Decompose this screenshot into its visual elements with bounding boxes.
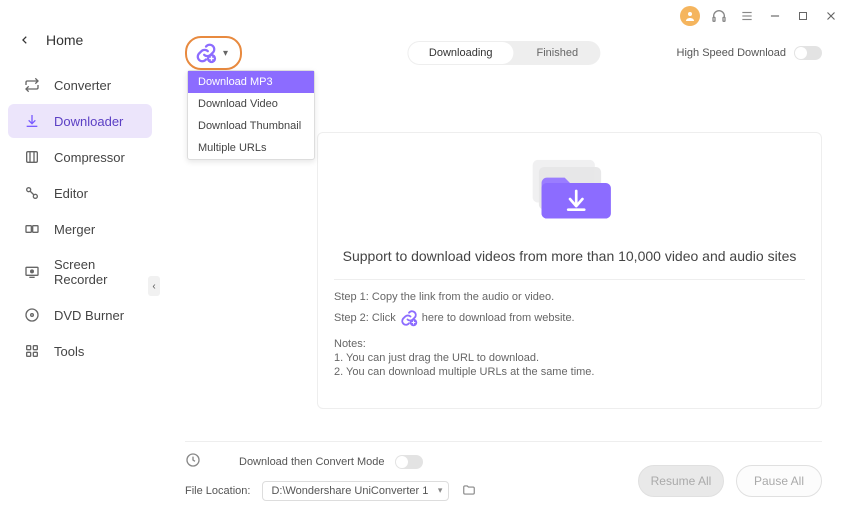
high-speed-download: High Speed Download xyxy=(677,46,822,60)
sidebar-item-label: Compressor xyxy=(54,150,125,165)
tab-downloading[interactable]: Downloading xyxy=(408,42,514,64)
dropdown-item-video[interactable]: Download Video xyxy=(188,93,314,115)
note-1: 1. You can just drag the URL to download… xyxy=(334,352,805,364)
converter-icon xyxy=(24,77,40,93)
sidebar-item-label: Downloader xyxy=(54,114,123,129)
dropdown-item-thumbnail[interactable]: Download Thumbnail xyxy=(188,115,314,137)
resume-all-button[interactable]: Resume All xyxy=(638,465,724,497)
step-1: Step 1: Copy the link from the audio or … xyxy=(334,291,805,303)
sidebar-item-label: Merger xyxy=(54,222,95,237)
file-location-label: File Location: xyxy=(185,485,250,497)
link-plus-icon xyxy=(400,309,418,327)
dropdown-item-multiple-urls[interactable]: Multiple URLs xyxy=(188,137,314,159)
sidebar-item-compressor[interactable]: Compressor xyxy=(8,140,152,174)
close-icon[interactable] xyxy=(822,7,840,25)
convert-mode-label: Download then Convert Mode xyxy=(239,456,385,468)
maximize-icon[interactable] xyxy=(794,7,812,25)
content-card: Support to download videos from more tha… xyxy=(317,132,822,409)
headset-icon[interactable] xyxy=(710,7,728,25)
sidebar-item-dvd-burner[interactable]: DVD Burner xyxy=(8,298,152,332)
sidebar-item-label: Tools xyxy=(54,344,84,359)
footer: Download then Convert Mode File Location… xyxy=(185,441,822,511)
sidebar-item-downloader[interactable]: Downloader xyxy=(8,104,152,138)
tab-finished[interactable]: Finished xyxy=(515,41,601,65)
compressor-icon xyxy=(24,149,40,165)
sidebar-item-label: Editor xyxy=(54,186,88,201)
hsd-label: High Speed Download xyxy=(677,47,786,59)
window-titlebar xyxy=(680,6,840,26)
convert-mode-toggle[interactable] xyxy=(395,455,423,469)
merger-icon xyxy=(24,221,40,237)
sidebar-item-tools[interactable]: Tools xyxy=(8,334,152,368)
dropdown-item-mp3[interactable]: Download MP3 xyxy=(188,71,314,93)
user-avatar-icon[interactable] xyxy=(680,6,700,26)
sidebar-item-label: Converter xyxy=(54,78,111,93)
notes-label: Notes: xyxy=(334,338,805,350)
back-home[interactable]: Home xyxy=(0,22,160,66)
history-icon[interactable] xyxy=(185,452,201,471)
sidebar-item-screen-recorder[interactable]: Screen Recorder xyxy=(8,248,152,296)
toolbar: ▾ Downloading Finished High Speed Downlo… xyxy=(185,33,822,73)
link-plus-icon xyxy=(195,42,217,64)
editor-icon xyxy=(24,185,40,201)
main-panel: ▾ Downloading Finished High Speed Downlo… xyxy=(167,30,840,515)
open-folder-icon[interactable] xyxy=(461,483,477,500)
step-2: Step 2: Click here to download from webs… xyxy=(334,309,805,327)
download-folder-icon xyxy=(515,151,625,236)
sidebar-item-label: DVD Burner xyxy=(54,308,124,323)
chevron-left-icon xyxy=(20,35,30,45)
hsd-toggle[interactable] xyxy=(794,46,822,60)
minimize-icon[interactable] xyxy=(766,7,784,25)
sidebar: Home Converter Downloader Compressor Edi… xyxy=(0,0,160,525)
downloader-icon xyxy=(24,113,40,129)
menu-icon[interactable] xyxy=(738,7,756,25)
tools-icon xyxy=(24,343,40,359)
pause-all-button[interactable]: Pause All xyxy=(736,465,822,497)
add-download-dropdown: Download MP3 Download Video Download Thu… xyxy=(187,70,315,160)
sidebar-item-label: Screen Recorder xyxy=(54,257,136,287)
note-2: 2. You can download multiple URLs at the… xyxy=(334,366,805,378)
chevron-down-icon: ▾ xyxy=(223,48,228,59)
sidebar-item-merger[interactable]: Merger xyxy=(8,212,152,246)
sidebar-item-converter[interactable]: Converter xyxy=(8,68,152,102)
back-label: Home xyxy=(46,32,83,48)
add-download-button[interactable]: ▾ xyxy=(185,36,242,70)
tab-group: Downloading Finished xyxy=(407,41,600,65)
divider xyxy=(334,279,805,280)
support-text: Support to download videos from more tha… xyxy=(334,246,805,267)
file-location-select[interactable]: D:\Wondershare UniConverter 1 xyxy=(262,481,449,501)
screen-recorder-icon xyxy=(24,264,40,280)
sidebar-item-editor[interactable]: Editor xyxy=(8,176,152,210)
sidebar-collapse-toggle[interactable]: ‹ xyxy=(148,276,160,296)
dvd-burner-icon xyxy=(24,307,40,323)
